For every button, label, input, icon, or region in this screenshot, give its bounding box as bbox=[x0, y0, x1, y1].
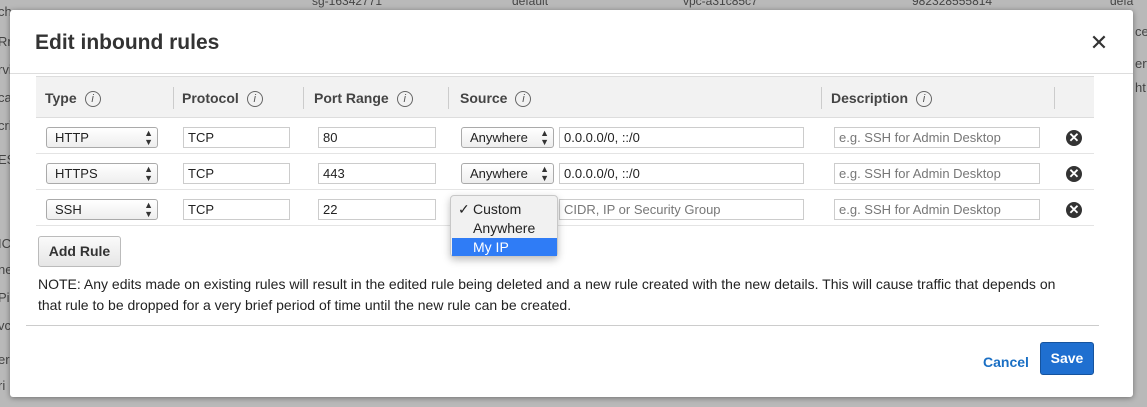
select-arrows-icon: ▲ ▼ bbox=[540, 164, 549, 183]
protocol-field[interactable]: TCP bbox=[183, 163, 290, 184]
table-header: Type i Protocol i Port Range i Source i Desc… bbox=[36, 76, 1094, 118]
bg-cell: 982328555814 bbox=[912, 0, 993, 8]
bg-cell: vpc-a31c85c7 bbox=[683, 0, 758, 8]
source-field[interactable]: CIDR, IP or Security Group bbox=[559, 199, 804, 220]
bg-text: ce bbox=[1135, 24, 1147, 39]
description-field[interactable]: e.g. SSH for Admin Desktop bbox=[834, 163, 1040, 184]
port-range-field[interactable]: 443 bbox=[318, 163, 436, 184]
bg-text: er bbox=[0, 352, 10, 367]
remove-rule-icon[interactable]: ✕ bbox=[1066, 166, 1082, 182]
source-dropdown-menu: ✓ Custom Anywhere My IP bbox=[450, 195, 558, 257]
type-select[interactable]: SSH ▲ ▼ bbox=[46, 199, 158, 220]
bg-text: ert bbox=[1135, 56, 1147, 71]
close-icon[interactable]: ✕ bbox=[1088, 32, 1110, 54]
info-icon[interactable]: i bbox=[84, 91, 101, 108]
background-right-edge: ce ert ht bbox=[1133, 10, 1147, 407]
source-field[interactable]: 0.0.0.0/0, ::/0 bbox=[559, 163, 804, 184]
info-icon[interactable]: i bbox=[515, 91, 532, 108]
cancel-button[interactable]: Cancel bbox=[983, 354, 1029, 370]
dropdown-option-my-ip[interactable]: My IP bbox=[452, 238, 557, 256]
background-left-edge: ch Rr rvi ca cri ES ICI ne Pi vc er ri bbox=[0, 4, 15, 407]
bg-text: ri bbox=[0, 378, 6, 393]
source-field[interactable]: 0.0.0.0/0, ::/0 bbox=[559, 127, 804, 148]
bg-text: Pi bbox=[0, 290, 10, 305]
column-separator bbox=[821, 87, 822, 109]
add-rule-button[interactable]: Add Rule bbox=[38, 236, 121, 267]
table-row: HTTPS ▲ ▼ TCP 443 Anywhere ▲ ▼ 0.0.0.0/0, ::… bbox=[36, 154, 1094, 190]
info-icon[interactable]: i bbox=[396, 91, 413, 108]
description-field[interactable]: e.g. SSH for Admin Desktop bbox=[834, 127, 1040, 148]
port-range-field[interactable]: 22 bbox=[318, 199, 436, 220]
type-select[interactable]: HTTP ▲ ▼ bbox=[46, 127, 158, 148]
column-separator bbox=[173, 87, 174, 109]
header-protocol: Protocol i bbox=[182, 77, 263, 117]
bg-cell: default bbox=[512, 0, 549, 8]
protocol-field[interactable]: TCP bbox=[183, 127, 290, 148]
header-type: Type i bbox=[45, 77, 101, 117]
rules-table: Type i Protocol i Port Range i Source i Desc… bbox=[36, 76, 1094, 226]
source-select[interactable]: Anywhere ▲ ▼ bbox=[461, 127, 554, 148]
bg-cell: defa bbox=[1110, 0, 1134, 8]
description-field[interactable]: e.g. SSH for Admin Desktop bbox=[834, 199, 1040, 220]
bg-cell: sg-16342771 bbox=[312, 0, 383, 8]
divider bbox=[10, 73, 1133, 74]
table-row: HTTP ▲ ▼ TCP 80 Anywhere ▲ ▼ 0.0.0.0/0, ::/0… bbox=[36, 118, 1094, 154]
info-icon[interactable]: i bbox=[246, 91, 263, 108]
select-arrows-icon: ▲ ▼ bbox=[144, 200, 153, 219]
background-table-row: sg-16342771 default vpc-a31c85c7 9823285… bbox=[0, 0, 1147, 10]
checkmark-icon: ✓ bbox=[458, 201, 470, 217]
dialog-title: Edit inbound rules bbox=[35, 31, 220, 54]
select-arrows-icon: ▲ ▼ bbox=[144, 164, 153, 183]
select-arrows-icon: ▲ ▼ bbox=[540, 128, 549, 147]
remove-rule-icon[interactable]: ✕ bbox=[1066, 130, 1082, 146]
save-button[interactable]: Save bbox=[1040, 342, 1094, 375]
table-row: SSH ▲ ▼ TCP 22 CIDR, IP or Security Group … bbox=[36, 190, 1094, 226]
column-separator bbox=[1054, 87, 1055, 109]
divider bbox=[26, 325, 1099, 326]
header-source: Source i bbox=[460, 77, 532, 117]
dropdown-option-custom[interactable]: ✓ Custom bbox=[452, 200, 557, 218]
header-description: Description i bbox=[831, 77, 933, 117]
column-separator bbox=[303, 87, 304, 109]
column-separator bbox=[448, 87, 449, 109]
type-select[interactable]: HTTPS ▲ ▼ bbox=[46, 163, 158, 184]
protocol-field[interactable]: TCP bbox=[183, 199, 290, 220]
select-arrows-icon: ▲ ▼ bbox=[144, 128, 153, 147]
source-select[interactable]: Anywhere ▲ ▼ bbox=[461, 163, 554, 184]
header-port-range: Port Range i bbox=[314, 77, 413, 117]
info-icon[interactable]: i bbox=[916, 91, 933, 108]
port-range-field[interactable]: 80 bbox=[318, 127, 436, 148]
edit-inbound-rules-dialog: Edit inbound rules ✕ Type i Protocol i Por… bbox=[10, 10, 1133, 397]
dropdown-option-anywhere[interactable]: Anywhere bbox=[452, 219, 557, 237]
bg-text: ht bbox=[1135, 80, 1146, 95]
edit-note: NOTE: Any edits made on existing rules w… bbox=[38, 276, 1056, 313]
remove-rule-icon[interactable]: ✕ bbox=[1066, 202, 1082, 218]
